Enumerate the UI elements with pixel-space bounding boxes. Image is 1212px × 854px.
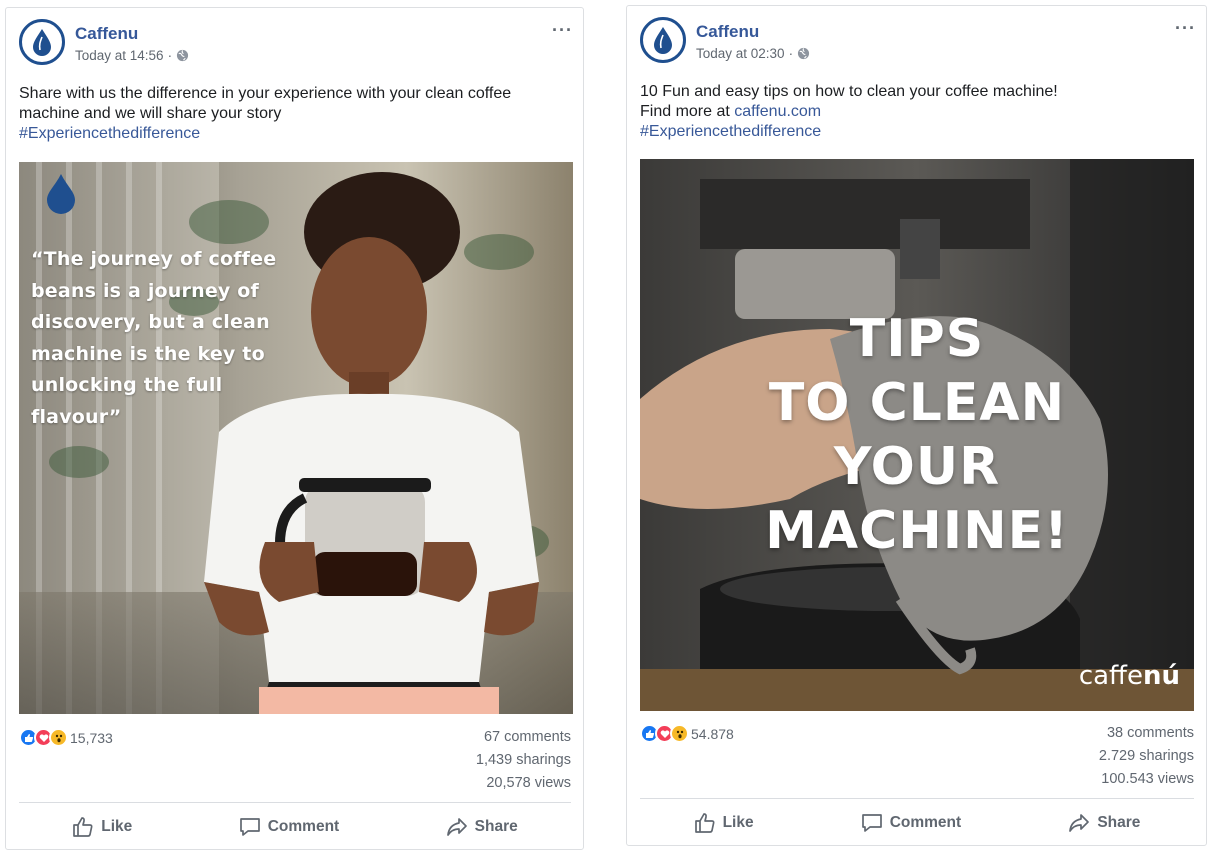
hashtag-link[interactable]: #Experiencethedifference	[640, 123, 821, 140]
page-name[interactable]: Caffenu	[696, 22, 759, 42]
reaction-icons	[19, 728, 68, 747]
post-text-body: 10 Fun and easy tips on how to clean you…	[640, 83, 1058, 100]
page-name[interactable]: Caffenu	[75, 24, 138, 44]
share-button[interactable]: Share	[446, 816, 518, 838]
views-count: 100.543 views	[1101, 771, 1194, 787]
comment-label: Comment	[889, 814, 962, 831]
post-image[interactable]: TIPS TO CLEAN YOUR MACHINE! caffenú	[640, 159, 1194, 711]
image-title: TIPS TO CLEAN YOUR MACHINE!	[640, 307, 1194, 563]
post-timestamp[interactable]: Today at 14:56	[75, 48, 164, 63]
share-label: Share	[474, 818, 518, 835]
watermark-light: caffe	[1078, 661, 1143, 691]
post-meta: Today at 02:30 ·	[696, 46, 810, 61]
comment-button[interactable]: Comment	[239, 816, 339, 838]
image-title-line: TO CLEAN	[768, 373, 1066, 433]
meta-separator: ·	[788, 46, 794, 61]
meta-separator: ·	[167, 48, 173, 63]
post-image[interactable]: “The journey of coffee beans is a journe…	[19, 162, 573, 714]
comment-bubble-icon	[239, 818, 260, 836]
globe-icon	[177, 49, 189, 62]
reactions-summary[interactable]: 15,733	[19, 728, 113, 747]
post-card-1: Caffenu Today at 14:56 · ··· Share with …	[5, 7, 584, 850]
action-bar: Like Comment Share	[640, 803, 1194, 843]
image-title-line: MACHINE!	[765, 501, 1069, 561]
post-meta: Today at 14:56 ·	[75, 48, 189, 63]
hashtag-link[interactable]: #Experiencethedifference	[19, 125, 200, 142]
globe-icon	[798, 47, 810, 60]
share-label: Share	[1097, 814, 1141, 831]
action-divider	[640, 798, 1194, 799]
thumbs-up-icon	[694, 813, 715, 833]
watermark-bold: nú	[1142, 661, 1180, 691]
website-link[interactable]: caffenu.com	[734, 103, 821, 120]
comment-bubble-icon	[861, 814, 882, 832]
like-label: Like	[722, 814, 754, 831]
sharings-count[interactable]: 2.729 sharings	[1099, 745, 1194, 768]
share-arrow-icon	[446, 818, 467, 836]
like-button[interactable]: Like	[694, 812, 754, 834]
thumbs-up-icon	[73, 817, 93, 837]
reactions-summary[interactable]: 54.878	[640, 724, 734, 743]
post-timestamp[interactable]: Today at 02:30	[696, 46, 785, 61]
caffenu-avatar[interactable]	[640, 17, 686, 63]
comments-count[interactable]: 38 comments	[1099, 722, 1194, 745]
reaction-count: 15,733	[70, 729, 113, 746]
reaction-icons	[640, 724, 689, 743]
action-divider	[19, 802, 571, 803]
caffenu-drop-logo	[33, 29, 51, 56]
share-arrow-icon	[1069, 814, 1090, 832]
like-label: Like	[101, 818, 133, 835]
brand-watermark-logo: caffenú	[1079, 661, 1180, 691]
post-text: 10 Fun and easy tips on how to clean you…	[640, 82, 1190, 142]
action-bar: Like Comment Share	[19, 807, 571, 847]
image-title-line: YOUR	[833, 437, 1001, 497]
caffenu-drop-logo	[654, 27, 672, 54]
more-dots-icon[interactable]: ···	[552, 20, 573, 41]
sharings-count[interactable]: 1,439 sharings	[476, 749, 571, 772]
engagement-stats: 38 comments 2.729 sharings 100.543 views	[1099, 722, 1194, 791]
find-more-prefix: Find more at	[640, 103, 735, 120]
post-card-2: Caffenu Today at 02:30 · ··· 10 Fun and …	[626, 5, 1207, 846]
like-button[interactable]: Like	[72, 816, 132, 838]
image-title-line: TIPS	[849, 309, 985, 369]
wow-reaction-icon	[49, 728, 68, 747]
wow-reaction-icon	[670, 724, 689, 743]
post-text: Share with us the difference in your exp…	[19, 84, 569, 144]
post-text-body: Share with us the difference in your exp…	[19, 85, 512, 122]
reaction-count: 54.878	[691, 725, 734, 742]
comment-label: Comment	[267, 818, 340, 835]
engagement-stats: 67 comments 1,439 sharings 20,578 views	[476, 726, 571, 795]
share-button[interactable]: Share	[1068, 812, 1140, 834]
comment-button[interactable]: Comment	[861, 812, 961, 834]
caffenu-avatar[interactable]	[19, 19, 65, 65]
views-count: 20,578 views	[486, 775, 571, 791]
image-quote: “The journey of coffee beans is a journe…	[31, 248, 277, 428]
more-dots-icon[interactable]: ···	[1175, 18, 1196, 39]
comments-count[interactable]: 67 comments	[476, 726, 571, 749]
